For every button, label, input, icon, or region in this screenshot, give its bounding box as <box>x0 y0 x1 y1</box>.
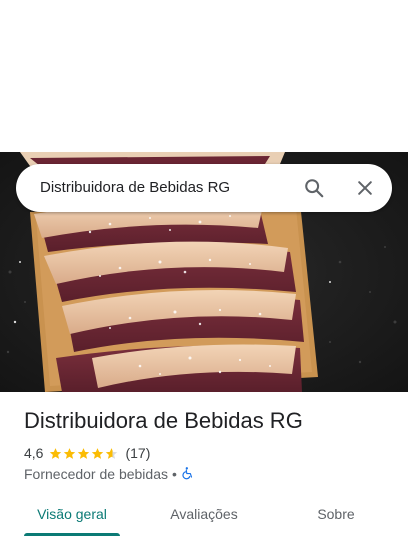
tab-sobre[interactable]: Sobre <box>300 496 372 536</box>
star-icon <box>78 447 90 459</box>
rating-stars <box>49 447 119 460</box>
place-title: Distribuidora de Bebidas RG <box>24 408 303 433</box>
place-tabs: Visão geral Avaliações Sobre <box>0 496 408 536</box>
star-icon <box>50 447 62 459</box>
blank-map-area <box>0 0 408 152</box>
separator-dot: • <box>172 466 177 482</box>
star-icon <box>92 447 104 459</box>
rating-value: 4,6 <box>24 445 44 461</box>
review-count[interactable]: (17) <box>125 445 150 461</box>
star-icon <box>64 447 76 459</box>
place-category: Fornecedor de bebidas <box>24 466 168 482</box>
place-info-panel: Distribuidora de Bebidas RG 4,6 (17) For… <box>0 392 408 544</box>
half-star-icon <box>106 447 118 459</box>
search-bar[interactable]: Distribuidora de Bebidas RG <box>16 164 392 212</box>
close-icon[interactable] <box>349 172 381 204</box>
category-row: Fornecedor de bebidas • <box>24 465 195 483</box>
search-query-text[interactable]: Distribuidora de Bebidas RG <box>40 164 230 212</box>
wheelchair-icon <box>181 466 195 483</box>
rating-row[interactable]: 4,6 (17) <box>24 444 150 462</box>
tab-avaliacoes[interactable]: Avaliações <box>156 496 252 536</box>
search-icon[interactable] <box>298 172 330 204</box>
tab-visao-geral[interactable]: Visão geral <box>24 496 120 536</box>
